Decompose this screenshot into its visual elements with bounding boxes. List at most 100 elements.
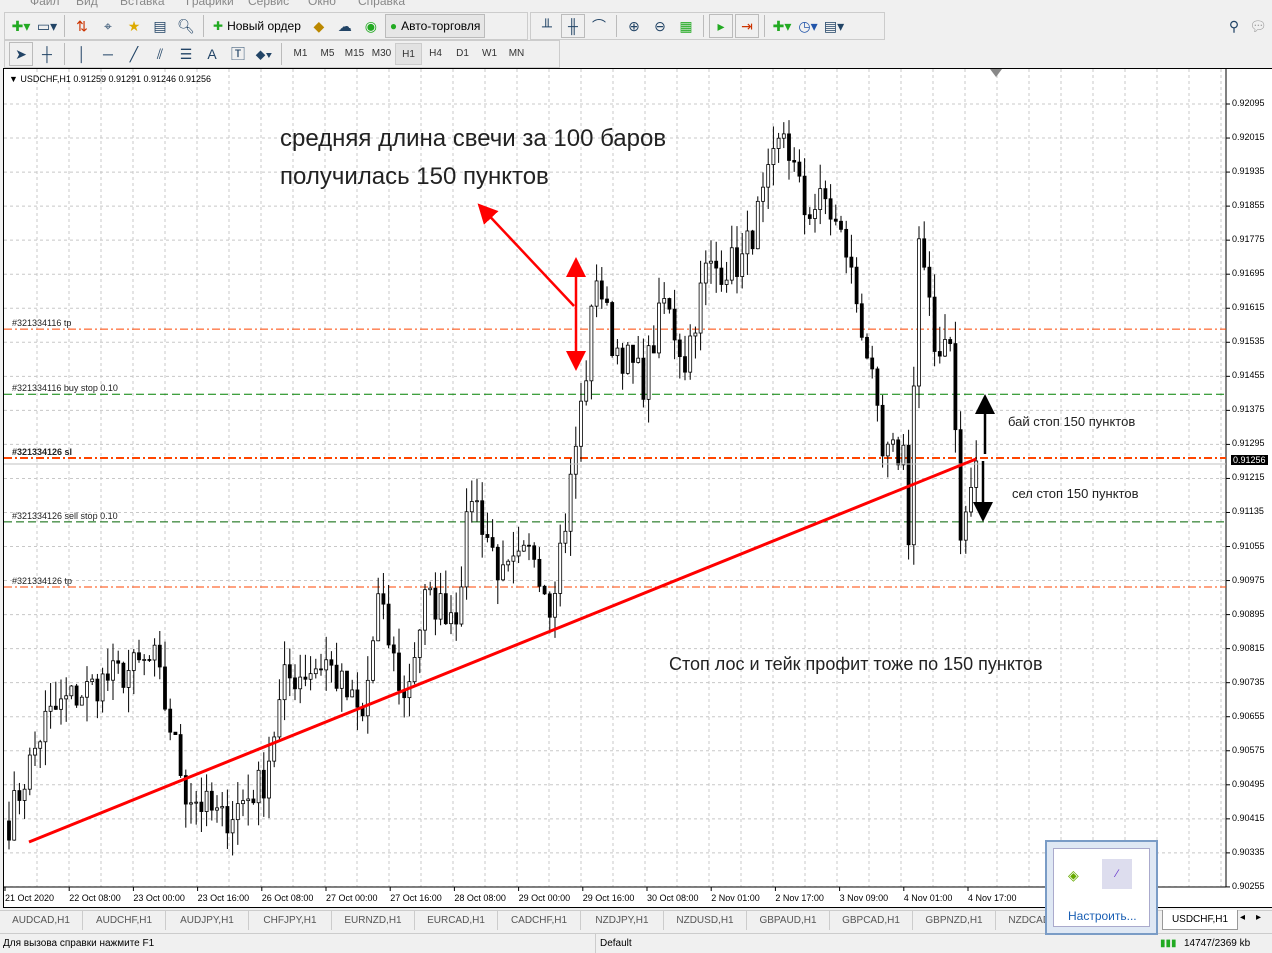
collapse-triangle-icon[interactable]: ▼: [9, 74, 20, 84]
periods-icon[interactable]: ◷▾: [796, 14, 820, 38]
candle: [423, 589, 427, 631]
terminal-icon[interactable]: ▤: [148, 14, 172, 38]
vertical-line-icon[interactable]: │: [70, 42, 94, 66]
data-window-icon[interactable]: ⌖: [96, 14, 120, 38]
arrows-icon[interactable]: ⬥▾: [252, 42, 276, 66]
tab-usdchf[interactable]: USDCHF,H1: [1162, 910, 1238, 930]
auto-scroll-icon[interactable]: ▸: [709, 14, 733, 38]
annotation-buy-stop: бай стоп 150 пунктов: [1008, 414, 1136, 429]
zoom-out-icon[interactable]: ⊖: [648, 14, 672, 38]
red-arrow-to-text[interactable]: [477, 203, 575, 307]
indicators-icon[interactable]: ✚▾: [770, 14, 794, 38]
candle: [943, 339, 947, 357]
crosshair-icon[interactable]: ┼: [35, 42, 59, 66]
horizontal-line-icon[interactable]: ─: [96, 42, 120, 66]
candlestick-chart-icon[interactable]: ╫: [561, 14, 585, 38]
candle: [272, 736, 277, 762]
price-tick-label: 0.90255: [1232, 880, 1265, 891]
candle: [651, 345, 656, 354]
new-chart-icon[interactable]: ✚▾: [9, 14, 33, 38]
candle: [209, 790, 214, 811]
chart-tab[interactable]: GBPAUD,H1: [747, 911, 830, 930]
date-tick-label: 22 Oct 08:00: [69, 893, 121, 903]
chart-tab[interactable]: AUDCHF,H1: [83, 911, 166, 930]
timeframe-mn[interactable]: MN: [503, 43, 530, 65]
menu-item[interactable]: Сервис: [248, 0, 289, 8]
status-bar: Для вызова справки нажмите F1 Default ▮▮…: [0, 933, 1272, 953]
candle: [495, 546, 500, 581]
candle: [610, 302, 615, 357]
timeframe-w1[interactable]: W1: [476, 43, 503, 65]
menu-item[interactable]: Окно: [308, 0, 336, 8]
candle: [391, 644, 396, 654]
chart-window[interactable]: ▼ USDCHF,H1 0.91259 0.91291 0.91246 0.91…: [3, 68, 1272, 908]
timeframe-h4[interactable]: H4: [422, 43, 449, 65]
chart-shift-icon[interactable]: ⇥: [735, 14, 759, 38]
chart-tab[interactable]: AUDJPY,H1: [166, 911, 249, 930]
candle: [287, 664, 292, 679]
chart-tab[interactable]: NZDJPY,H1: [581, 911, 664, 930]
line-chart-icon[interactable]: ⌒: [587, 14, 611, 38]
market-icon[interactable]: ◉: [359, 14, 383, 38]
chart-tab[interactable]: EURNZD,H1: [332, 911, 415, 930]
candle: [282, 664, 287, 701]
signals-icon[interactable]: ☁: [333, 14, 357, 38]
market-watch-icon[interactable]: ⇅: [70, 14, 94, 38]
new-order-button[interactable]: ✚ Новый ордер: [209, 14, 305, 38]
fibonacci-icon[interactable]: ☰: [174, 42, 198, 66]
separator: [64, 43, 65, 65]
templates-icon[interactable]: ▤▾: [822, 14, 846, 38]
profiles-icon[interactable]: ▭▾: [35, 14, 59, 38]
candle: [204, 790, 209, 812]
chart-tab[interactable]: EURCAD,H1: [415, 911, 498, 930]
candle: [885, 443, 890, 457]
timeframe-m30[interactable]: M30: [368, 43, 395, 65]
configure-link[interactable]: Настроить...: [1068, 909, 1137, 923]
bar-chart-icon[interactable]: ╨: [535, 14, 559, 38]
chart-tab[interactable]: GBPNZD,H1: [913, 911, 996, 930]
tab-scroll-right-icon[interactable]: ▸: [1256, 912, 1261, 923]
tile-windows-icon[interactable]: ▦: [674, 14, 698, 38]
autotrading-button[interactable]: ● Авто-торговля: [384, 14, 486, 38]
timeframe-m1[interactable]: M1: [287, 43, 314, 65]
menu-item[interactable]: Вид: [76, 0, 98, 8]
menu-item[interactable]: Графики: [186, 0, 234, 8]
candle: [745, 230, 750, 255]
chart-tab[interactable]: CADCHF,H1: [498, 911, 581, 930]
candle: [215, 807, 219, 811]
chart-tab[interactable]: NZDUSD,H1: [664, 911, 747, 930]
menu-item[interactable]: Вставка: [120, 0, 165, 8]
timeframe-d1[interactable]: D1: [449, 43, 476, 65]
candle: [33, 747, 37, 756]
chart-tab[interactable]: CHFJPY,H1: [249, 911, 332, 930]
zoom-in-icon[interactable]: ⊕: [622, 14, 646, 38]
chat-icon[interactable]: 💬︎: [1246, 14, 1270, 38]
menu-item[interactable]: Файл: [30, 0, 60, 8]
metaeditor-icon[interactable]: ◆: [307, 14, 331, 38]
candle: [766, 164, 771, 188]
date-tick-label: 30 Oct 08:00: [647, 893, 699, 903]
search-icon[interactable]: ⚲: [1222, 14, 1246, 38]
text-icon[interactable]: A: [200, 42, 224, 66]
candle: [854, 266, 859, 305]
candle: [308, 673, 313, 680]
chart-tab[interactable]: AUDCAD,H1: [0, 911, 83, 930]
price-tick-label: 0.90975: [1232, 574, 1265, 585]
trendline-icon[interactable]: ╱: [122, 42, 146, 66]
price-tick-label: 0.91855: [1232, 200, 1265, 211]
cursor-icon[interactable]: ➤: [9, 42, 33, 66]
chart-tab[interactable]: GBPCAD,H1: [830, 911, 913, 930]
navigator-icon[interactable]: ★: [122, 14, 146, 38]
tab-scroll-left-icon[interactable]: ◂: [1240, 912, 1245, 923]
candle: [568, 473, 573, 532]
tester-icon[interactable]: 🔍︎: [174, 14, 198, 38]
text-label-icon[interactable]: 🅃: [226, 42, 250, 66]
chart-shift-marker-icon[interactable]: [990, 69, 1002, 77]
equidistant-channel-icon[interactable]: ⫽: [148, 42, 172, 66]
candle: [7, 820, 11, 841]
timeframe-m15[interactable]: M15: [341, 43, 368, 65]
candle: [599, 280, 604, 300]
menu-item[interactable]: Справка: [358, 0, 405, 8]
timeframe-h1[interactable]: H1: [395, 43, 422, 65]
timeframe-m5[interactable]: M5: [314, 43, 341, 65]
